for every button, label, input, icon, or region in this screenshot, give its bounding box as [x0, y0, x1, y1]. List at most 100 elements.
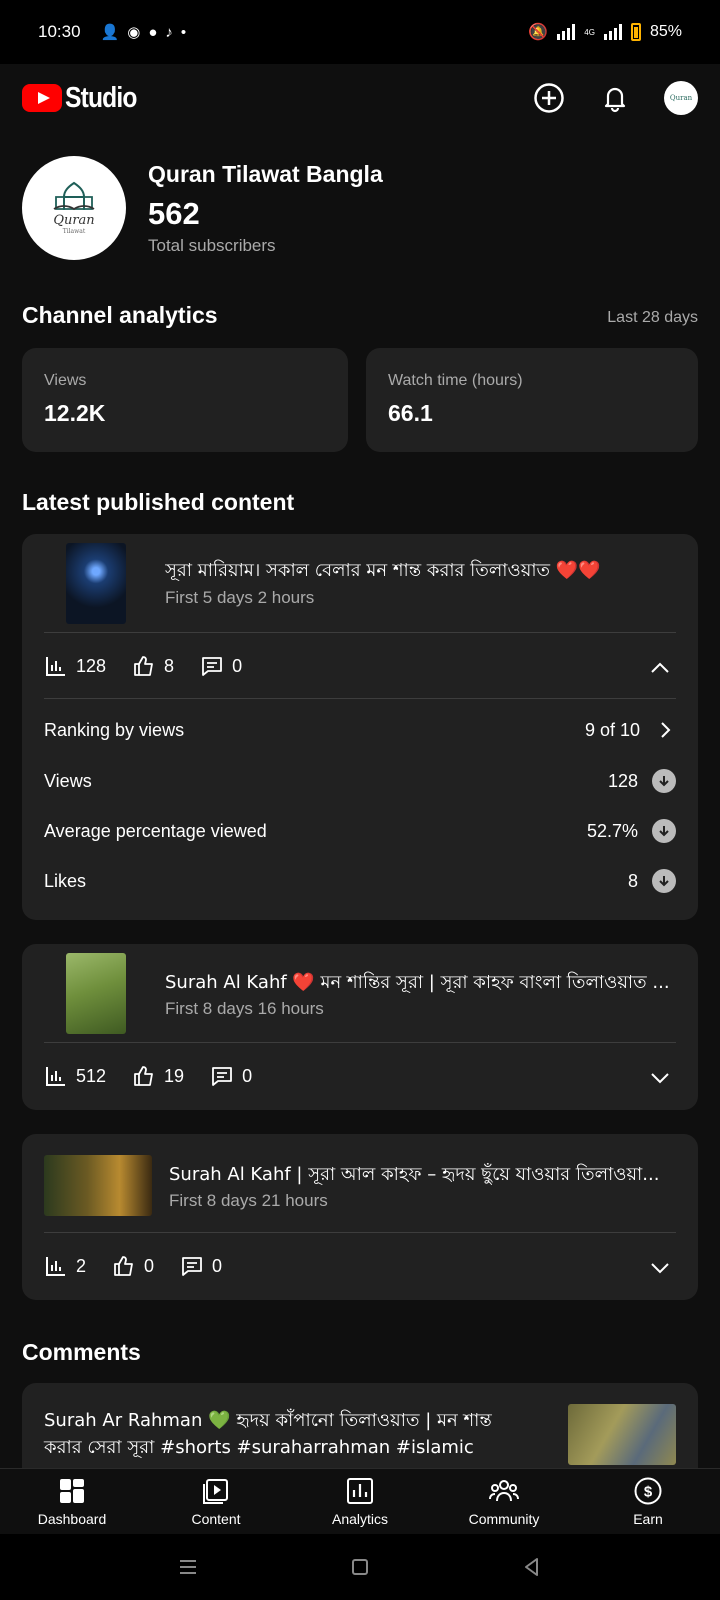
chevron-up-icon[interactable] — [648, 656, 672, 680]
views-detail-label: Views — [44, 770, 92, 791]
watch-time-card-label: Watch time (hours) — [388, 372, 523, 389]
nav-analytics[interactable]: Analytics — [288, 1469, 432, 1534]
views-card[interactable]: Views 12.2K — [22, 348, 348, 452]
subscriber-label: Total subscribers — [148, 235, 276, 255]
likes-metric: 19 — [132, 1064, 184, 1088]
comments-count: 0 — [242, 1065, 253, 1086]
comments-count: 0 — [212, 1255, 223, 1276]
network-type: 4G — [584, 27, 595, 37]
bar-chart-icon — [46, 1067, 65, 1086]
views-detail-row: Views 128 — [44, 769, 676, 793]
status-time: 10:30 — [38, 22, 81, 41]
chevron-down-icon[interactable] — [648, 1256, 672, 1280]
divider — [44, 1232, 676, 1233]
ranking-label: Ranking by views — [44, 719, 185, 740]
svg-text:$: $ — [644, 1484, 653, 1501]
likes-count: 19 — [164, 1065, 185, 1086]
nav-dashboard[interactable]: Dashboard — [0, 1469, 144, 1534]
nav-dashboard-label: Dashboard — [37, 1511, 107, 1527]
chevron-down-icon[interactable] — [648, 1066, 672, 1090]
video-thumbnail[interactable] — [44, 1155, 152, 1216]
likes-detail-row: Likes 8 — [44, 869, 676, 893]
studio-logo[interactable]: Studio — [22, 82, 149, 115]
avg-viewed-label: Average percentage viewed — [44, 820, 267, 841]
dashboard-icon — [60, 1479, 84, 1503]
metrics-row: 128 8 0 — [44, 654, 242, 678]
comments-metric: 0 — [180, 1254, 222, 1278]
chevron-right-icon — [661, 722, 671, 738]
video-title[interactable]: Surah Al Kahf ❤️ মন শান্তির সূরা | সূরা … — [165, 968, 675, 999]
signal-icon — [557, 24, 576, 40]
likes-count: 8 — [164, 655, 175, 676]
youtube-logo-icon — [22, 84, 62, 112]
down-arrow-icon — [652, 819, 676, 843]
views-card-value: 12.2K — [44, 400, 106, 426]
content-item-2[interactable]: Surah Al Kahf ❤️ মন শান্তির সূরা | সূরা … — [22, 944, 698, 1110]
home-square-icon[interactable] — [349, 1556, 371, 1578]
community-icon — [489, 1480, 519, 1502]
comment-icon — [212, 1067, 232, 1086]
nav-earn[interactable]: $ Earn — [576, 1469, 720, 1534]
video-thumbnail[interactable] — [66, 543, 126, 624]
nav-content-label: Content — [191, 1511, 241, 1527]
video-age: First 8 days 21 hours — [169, 1191, 328, 1210]
battery-percent: 85% — [649, 23, 682, 40]
likes-count: 0 — [144, 1255, 155, 1276]
account-avatar[interactable]: Quran — [664, 81, 698, 115]
likes-detail-label: Likes — [44, 870, 87, 891]
recents-menu-icon[interactable] — [177, 1556, 199, 1578]
nav-community[interactable]: Community — [432, 1469, 576, 1534]
down-arrow-icon — [652, 869, 676, 893]
status-bar: 10:30 👤 ◉ ● ♪ • 🔕 4G 85% — [0, 0, 720, 64]
ranking-value: 9 of 10 — [584, 719, 640, 740]
thumbs-up-icon — [134, 656, 153, 676]
video-title[interactable]: Surah Al Kahf | সূরা আল কাহফ – হৃদয় ছুঁ… — [169, 1160, 679, 1191]
comment-video-title[interactable]: Surah Ar Rahman 💚 হৃদয় কাঁপানো তিলাওয়া… — [44, 1407, 534, 1461]
logo-text: Studio — [65, 81, 137, 114]
comment-icon — [182, 1257, 202, 1276]
channel-avatar[interactable]: Quran Tilawat — [22, 156, 126, 260]
content-item-3[interactable]: Surah Al Kahf | সূরা আল কাহফ – হৃদয় ছুঁ… — [22, 1134, 698, 1300]
video-thumbnail[interactable] — [66, 953, 126, 1034]
divider — [44, 632, 676, 633]
comments-metric: 0 — [210, 1064, 252, 1088]
views-count: 2 — [76, 1255, 87, 1276]
content-icon — [203, 1479, 228, 1504]
watch-time-card-value: 66.1 — [388, 400, 433, 426]
notifications-button[interactable] — [598, 81, 632, 115]
earn-icon: $ — [634, 1477, 662, 1505]
video-age: First 5 days 2 hours — [165, 588, 315, 607]
video-age: First 8 days 16 hours — [165, 999, 324, 1018]
video-title[interactable]: সূরা মারিয়াম। সকাল বেলার মন শান্ত করার … — [165, 556, 665, 587]
nav-content[interactable]: Content — [144, 1469, 288, 1534]
divider — [44, 1042, 676, 1043]
subscriber-count: 562 — [148, 195, 200, 231]
create-button[interactable] — [532, 81, 566, 115]
nav-earn-label: Earn — [633, 1511, 663, 1527]
content-item-1[interactable]: সূরা মারিয়াম। সকাল বেলার মন শান্ত করার … — [22, 534, 698, 920]
account-icon: 👤 — [100, 24, 120, 41]
app-bar: Studio Quran — [0, 64, 720, 132]
down-arrow-icon — [652, 769, 676, 793]
watch-time-card[interactable]: Watch time (hours) 66.1 — [366, 348, 698, 452]
comment-video-thumbnail[interactable] — [568, 1404, 676, 1465]
divider — [44, 698, 676, 699]
views-detail-value: 128 — [607, 770, 638, 791]
comments-title: Comments — [22, 1339, 141, 1365]
avatar-subtitle: Tilawat — [62, 228, 86, 235]
analytics-icon — [347, 1478, 373, 1504]
views-count: 128 — [76, 655, 107, 676]
system-navigation — [0, 1534, 720, 1600]
views-metric: 2 — [44, 1254, 86, 1278]
views-metric: 128 — [44, 654, 106, 678]
back-triangle-icon[interactable] — [521, 1556, 543, 1578]
views-metric: 512 — [44, 1064, 106, 1088]
mute-icon: 🔕 — [528, 24, 549, 41]
latest-content-title: Latest published content — [22, 489, 295, 515]
likes-metric: 8 — [132, 654, 174, 678]
ranking-row[interactable]: Ranking by views 9 of 10 — [44, 719, 676, 741]
channel-header: Quran Tilawat Quran Tilawat Bangla 562 T… — [22, 156, 383, 260]
likes-detail-value: 8 — [627, 870, 638, 891]
likes-metric: 0 — [112, 1254, 154, 1278]
views-count: 512 — [76, 1065, 107, 1086]
